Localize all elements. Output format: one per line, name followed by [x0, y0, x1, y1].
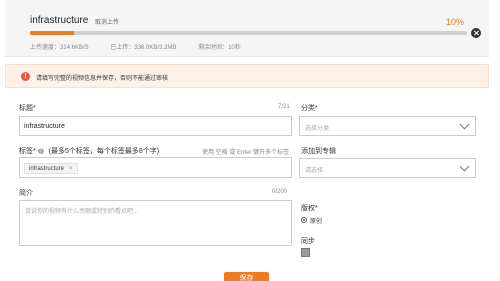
cancel-upload-link[interactable]: 取消上传 [95, 17, 119, 26]
upload-file-name: infrastructure [30, 15, 89, 26]
save-button[interactable]: 保存 [224, 272, 269, 281]
intro-textarea[interactable]: 说说你的视频有什么亮眼或特别的看点吧... [19, 200, 292, 246]
category-label: 分类* [301, 105, 318, 112]
tags-hint: 使用 空格 或 Enter 键开多个标签 [202, 150, 290, 156]
title-input-value: infrastructure [24, 123, 65, 130]
sync-label: 同步 [301, 238, 315, 245]
category-placeholder: 选择分类 [305, 126, 330, 132]
upload-panel: infrastructure 取消上传 10% 上传速度：314.6KB/S 已… [5, 0, 489, 57]
chevron-down-icon [459, 161, 470, 172]
upload-speed: 上传速度：314.6KB/S [30, 45, 89, 51]
chevron-down-icon [459, 119, 470, 130]
upload-progress-fill [30, 31, 74, 35]
warning-banner: ! 请填写完整的视频信息并保存，否则不能通过审核 [5, 64, 489, 88]
intro-placeholder: 说说你的视频有什么亮眼或特别的看点吧... [25, 209, 139, 215]
tags-rule: (最多5个标签，每个标签最多8个字) [48, 148, 160, 155]
album-placeholder: 请选择 [305, 168, 324, 174]
sync-checkbox[interactable] [301, 248, 310, 257]
tag-chip-label: infrastructure [29, 166, 65, 172]
tags-label-group: 标签* ? (最多5个标签，每个标签最多8个字) [19, 146, 159, 156]
intro-label: 简介 [19, 190, 33, 197]
title-input[interactable]: infrastructure [19, 116, 292, 136]
upload-progress-bar [30, 31, 467, 35]
upload-stats: 上传速度：314.6KB/S 已上传：336.0KB/3.2MB 剩余时间：10… [30, 42, 241, 51]
warning-text: 请填写完整的视频信息并保存，否则不能通过审核 [36, 76, 169, 82]
warning-icon: ! [21, 72, 30, 81]
copyright-original-radio[interactable] [301, 217, 307, 223]
copyright-label: 版权* [301, 205, 318, 212]
tags-label: 标签* [19, 148, 36, 155]
tag-chip: infrastructure × [24, 163, 78, 174]
album-select[interactable]: 请选择 [299, 158, 476, 178]
upload-uploaded: 已上传：336.0KB/3.2MB [110, 45, 177, 51]
help-icon[interactable]: ? [37, 148, 44, 155]
copyright-option-label: 原创 [310, 219, 323, 225]
upload-remaining: 剩余时间：10秒 [198, 45, 241, 51]
intro-counter: 0/200 [272, 189, 288, 195]
category-select[interactable]: 选择分类 [299, 116, 476, 136]
title-label: 标题* [19, 105, 36, 112]
title-counter: 7/21 [278, 104, 290, 110]
tags-input[interactable]: infrastructure × [19, 157, 292, 178]
album-label: 添加到专辑 [301, 148, 336, 155]
upload-percent: 10% [445, 17, 464, 27]
tag-remove-icon[interactable]: × [69, 166, 73, 172]
close-icon[interactable] [471, 28, 481, 38]
